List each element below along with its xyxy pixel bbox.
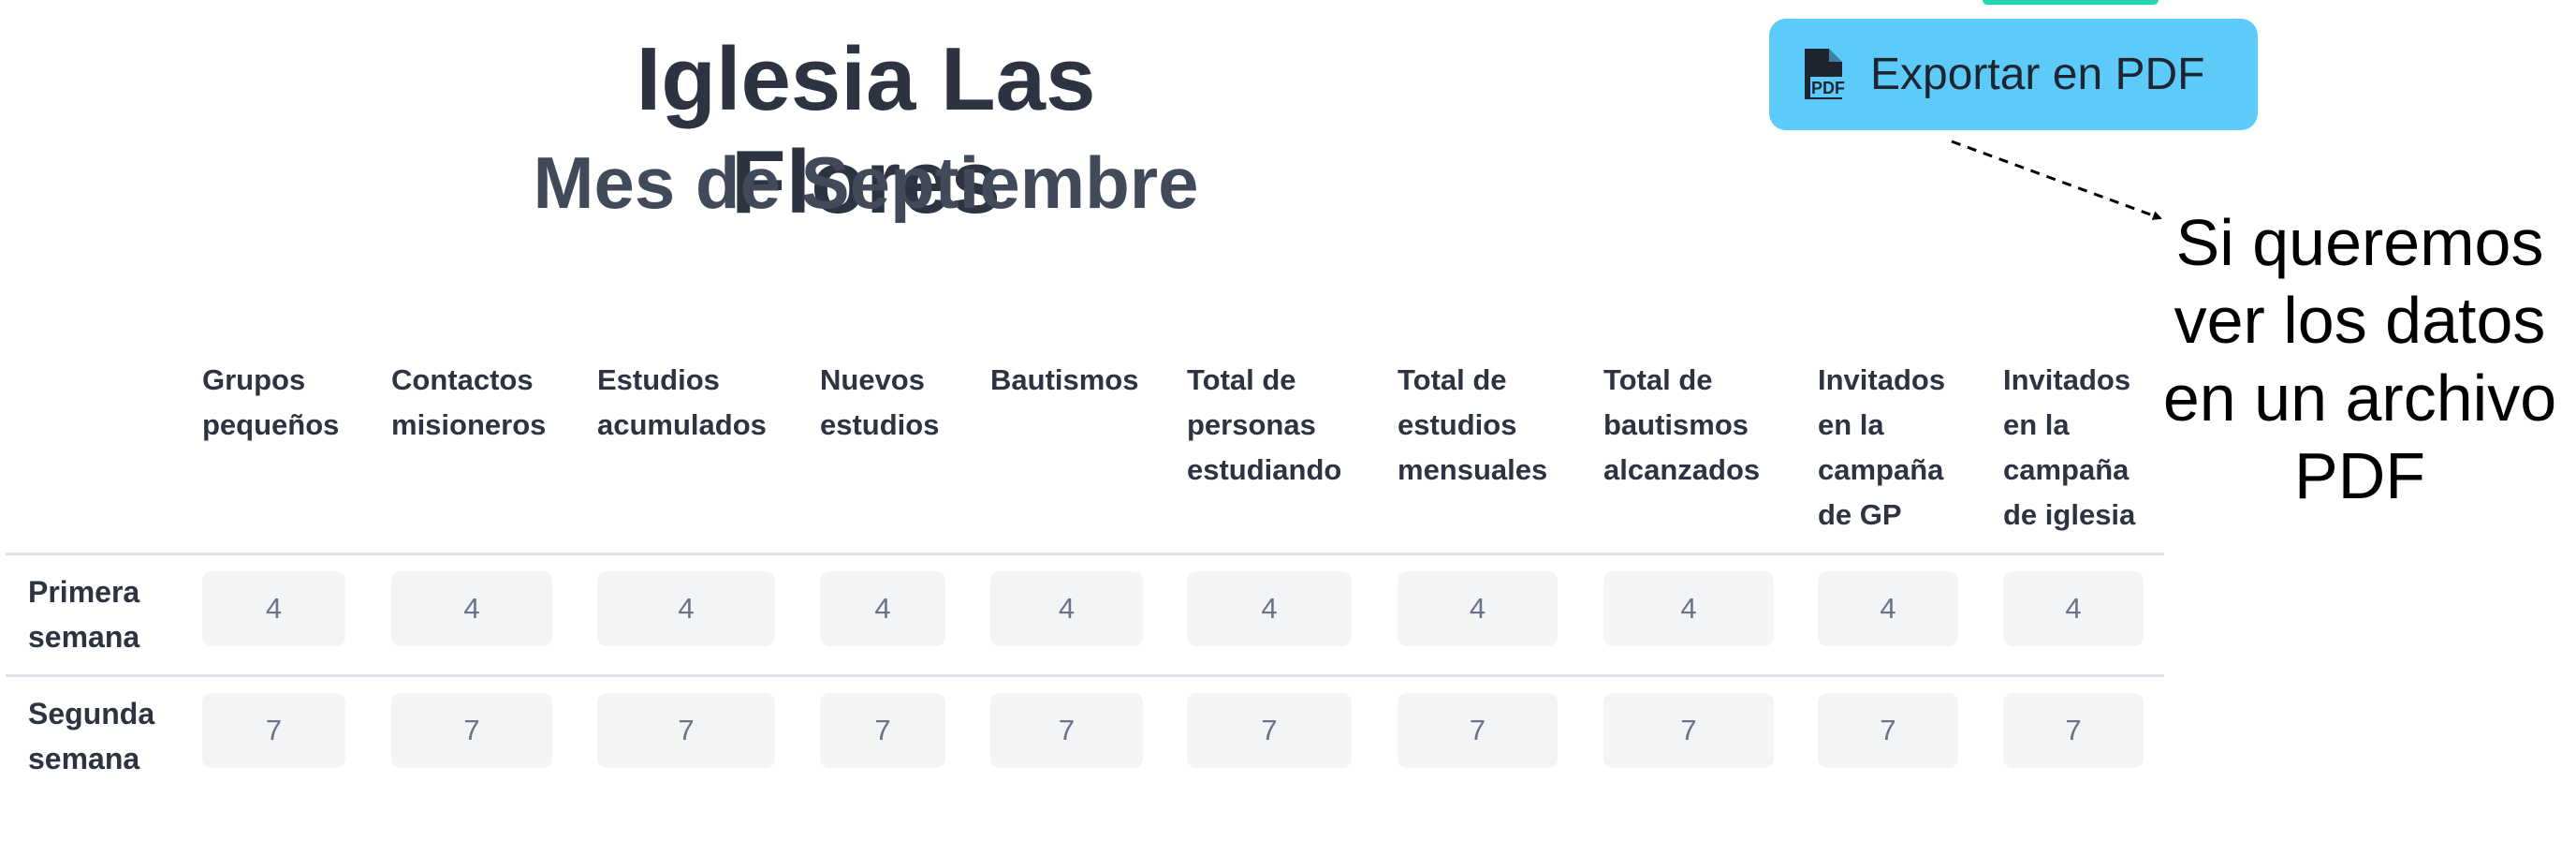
value-input[interactable]	[202, 571, 345, 646]
column-header-1: Grupos pequeños	[202, 363, 340, 441]
value-input[interactable]	[1398, 693, 1558, 768]
top-strip-accent	[1983, 0, 2159, 5]
value-input[interactable]	[990, 693, 1143, 768]
value-input[interactable]	[391, 571, 552, 646]
column-header-5: Bautismos	[990, 363, 1139, 396]
column-header-3: Estudios acumulados	[597, 363, 767, 441]
value-input[interactable]	[2003, 571, 2144, 646]
value-input[interactable]	[1398, 571, 1558, 646]
value-input[interactable]	[1603, 571, 1774, 646]
value-input[interactable]	[1603, 693, 1774, 768]
row-label: Segunda semana	[28, 697, 155, 775]
export-pdf-button[interactable]: PDF Exportar en PDF	[1769, 19, 2258, 130]
column-header-7: Total de estudios mensuales	[1398, 363, 1548, 486]
value-input[interactable]	[2003, 693, 2144, 768]
value-input[interactable]	[1187, 571, 1352, 646]
column-header-4: Nuevos estudios	[820, 363, 940, 441]
row-label: Primera semana	[28, 575, 140, 654]
page-subtitle: Mes de Septiembre	[533, 141, 1199, 224]
value-input[interactable]	[597, 571, 775, 646]
column-header-6: Total de personas estudiando	[1187, 363, 1342, 486]
pdf-file-icon: PDF	[1801, 47, 1848, 101]
value-input[interactable]	[820, 693, 945, 768]
value-input[interactable]	[1818, 571, 1958, 646]
export-pdf-label: Exportar en PDF	[1870, 50, 2205, 99]
column-header-9: Invitados en la campaña de GP	[1818, 363, 1946, 531]
annotation-text: Si queremos ver los datos en un archivo …	[2162, 206, 2557, 512]
row-divider	[6, 674, 2164, 677]
row-divider	[6, 553, 2164, 555]
value-input[interactable]	[202, 693, 345, 768]
annotation-arrow	[1951, 140, 2162, 220]
column-header-2: Contactos misioneros	[391, 363, 547, 441]
value-input[interactable]	[391, 693, 552, 768]
value-input[interactable]	[990, 571, 1143, 646]
value-input[interactable]	[1187, 693, 1352, 768]
pdf-icon-text: PDF	[1811, 79, 1845, 97]
value-input[interactable]	[597, 693, 775, 768]
value-input[interactable]	[1818, 693, 1958, 768]
value-input[interactable]	[820, 571, 945, 646]
column-header-8: Total de bautismos alcanzados	[1603, 363, 1761, 486]
column-header-10: Invitados en la campaña de iglesia	[2003, 363, 2136, 531]
